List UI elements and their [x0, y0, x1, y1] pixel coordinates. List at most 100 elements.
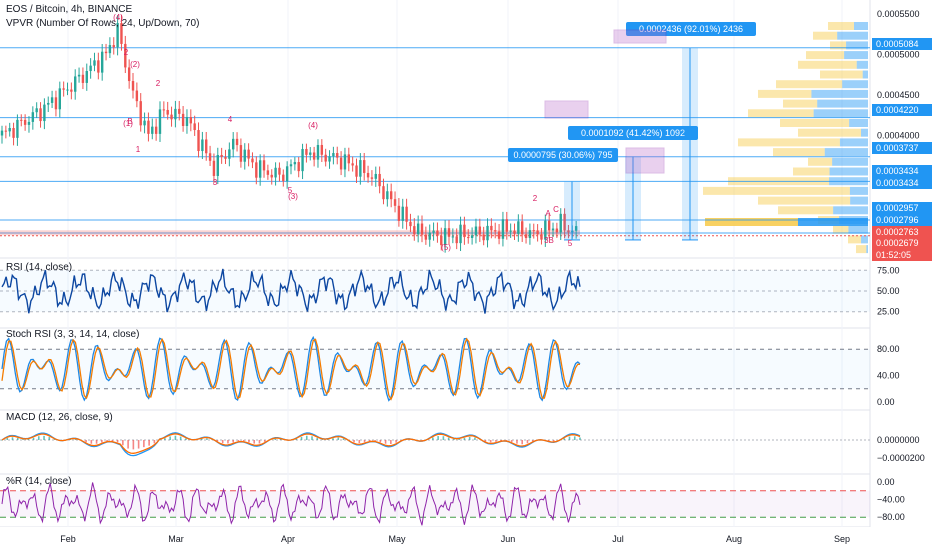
rsi-label[interactable]: RSI (14, close) [6, 262, 72, 273]
candle-body [147, 120, 150, 134]
williams-r-label[interactable]: %R (14, close) [6, 476, 72, 487]
candle-body [559, 213, 562, 233]
candle-body [521, 221, 524, 235]
macd-label[interactable]: MACD (12, 26, close, 9) [6, 412, 113, 423]
measurement-tools[interactable]: 0.0000795 (30.06%) 795 0.0001092 (41.42%)… [508, 22, 756, 241]
vpvr-label[interactable]: VPVR (Number Of Rows, 24, Up/Down, 70) [6, 18, 199, 29]
candle-body [247, 149, 250, 159]
candle-body [343, 154, 347, 170]
volume-bar-up [832, 157, 868, 166]
candle-body [378, 173, 381, 187]
macd-histogram-bar [579, 437, 581, 440]
candle-body [405, 206, 408, 222]
volume-bar-down [758, 89, 812, 98]
macd-histogram-bar [227, 440, 229, 444]
macd-histogram-bar [474, 437, 476, 440]
time-tick-label: Jun [501, 534, 516, 544]
rsi-tick: 50.00 [877, 286, 900, 296]
target-zone [544, 100, 589, 119]
volume-bar-up [837, 31, 868, 40]
volume-bar-down [848, 235, 862, 244]
stoch-tick: 0.00 [877, 397, 895, 407]
macd-histogram-bar [258, 440, 261, 444]
macd-histogram-bar [573, 436, 576, 440]
macd-tick: 0.0000000 [877, 435, 920, 445]
volume-bar-up [856, 60, 868, 69]
candle-body [301, 148, 304, 172]
measurement-label: 0.0001092 (41.42%) 1092 [581, 128, 685, 138]
candle-body [416, 223, 420, 235]
macd-histogram-bar [148, 440, 150, 446]
wave-label: A [545, 209, 551, 218]
symbol-title[interactable]: EOS / Bitcoin, 4h, BINANCE [6, 4, 132, 15]
candle-body [278, 167, 281, 175]
volume-bar-up [849, 119, 868, 127]
candle-body [181, 113, 185, 126]
candle-body [205, 139, 208, 154]
candle-body [528, 230, 532, 239]
candle-body [50, 97, 54, 103]
candle-body [382, 186, 385, 200]
candle-body [16, 119, 19, 138]
candle-body [170, 114, 173, 120]
stoch-rsi-label[interactable]: Stoch RSI (3, 3, 14, 14, close) [6, 329, 139, 340]
macd-histogram-bar [169, 436, 171, 440]
macd-histogram-bar [122, 440, 124, 446]
candle-body [293, 162, 297, 165]
stoch-rsi-pane [0, 335, 870, 402]
volume-poc-down [705, 218, 798, 226]
price-axis[interactable]: 0.0005500 0.0005000 0.0004500 0.0004000 0.00… [872, 9, 932, 522]
candle-body [239, 145, 243, 162]
candle-body [432, 230, 435, 233]
macd-histogram-bar [37, 436, 40, 440]
macd-histogram-bar [495, 440, 497, 442]
time-tick-label: Mar [168, 534, 184, 544]
candle-body [282, 174, 285, 182]
volume-bar-up [846, 41, 868, 50]
candle-body [220, 154, 223, 157]
candle-body [474, 226, 478, 236]
macd-histogram-bar [263, 440, 266, 442]
candle-body [100, 51, 104, 73]
wave-label: 2 [533, 194, 538, 203]
macd-histogram-bar [516, 440, 518, 444]
volume-bar-up [850, 196, 868, 205]
candle-body [397, 205, 401, 221]
candle-body [97, 60, 100, 73]
candle-body [154, 126, 158, 134]
volume-bar-up [829, 167, 868, 176]
volume-bar-down [738, 138, 840, 147]
candle-body [459, 224, 462, 244]
volume-bar-up [842, 80, 868, 89]
macd-histogram-bar [442, 436, 445, 440]
macd-histogram-bar [101, 440, 103, 443]
candle-body [374, 173, 377, 179]
candle-body [193, 123, 196, 131]
time-tick-label: Apr [281, 534, 295, 544]
volume-bar-up [811, 89, 868, 98]
price-tick-label: 0.0004000 [877, 131, 920, 141]
volume-bar-up [854, 22, 868, 30]
macd-histogram-bar [395, 440, 397, 443]
candle-body [31, 112, 35, 122]
rsi-tick: 25.00 [877, 307, 900, 317]
candle-body [112, 45, 115, 48]
trading-chart[interactable]: 0.0000795 (30.06%) 795 0.0001092 (41.42%)… [0, 0, 932, 550]
candle-body [351, 163, 354, 166]
volume-bar-down [776, 80, 843, 89]
volume-bar-up [849, 186, 868, 195]
candle-body [243, 149, 246, 162]
macd-histogram-bar [164, 438, 166, 440]
candle-body [228, 149, 231, 159]
macd-pane [0, 432, 870, 457]
macd-histogram-bar [179, 436, 182, 440]
candle-body [197, 130, 200, 152]
candle-body [232, 138, 235, 150]
candle-body [401, 206, 404, 221]
candle-body [309, 152, 312, 155]
price-label: 0.0003434 [876, 178, 919, 188]
volume-bar-down [798, 60, 857, 69]
time-tick-label: Feb [60, 534, 76, 544]
candle-body [54, 97, 58, 110]
williams-r-pane [0, 482, 870, 526]
